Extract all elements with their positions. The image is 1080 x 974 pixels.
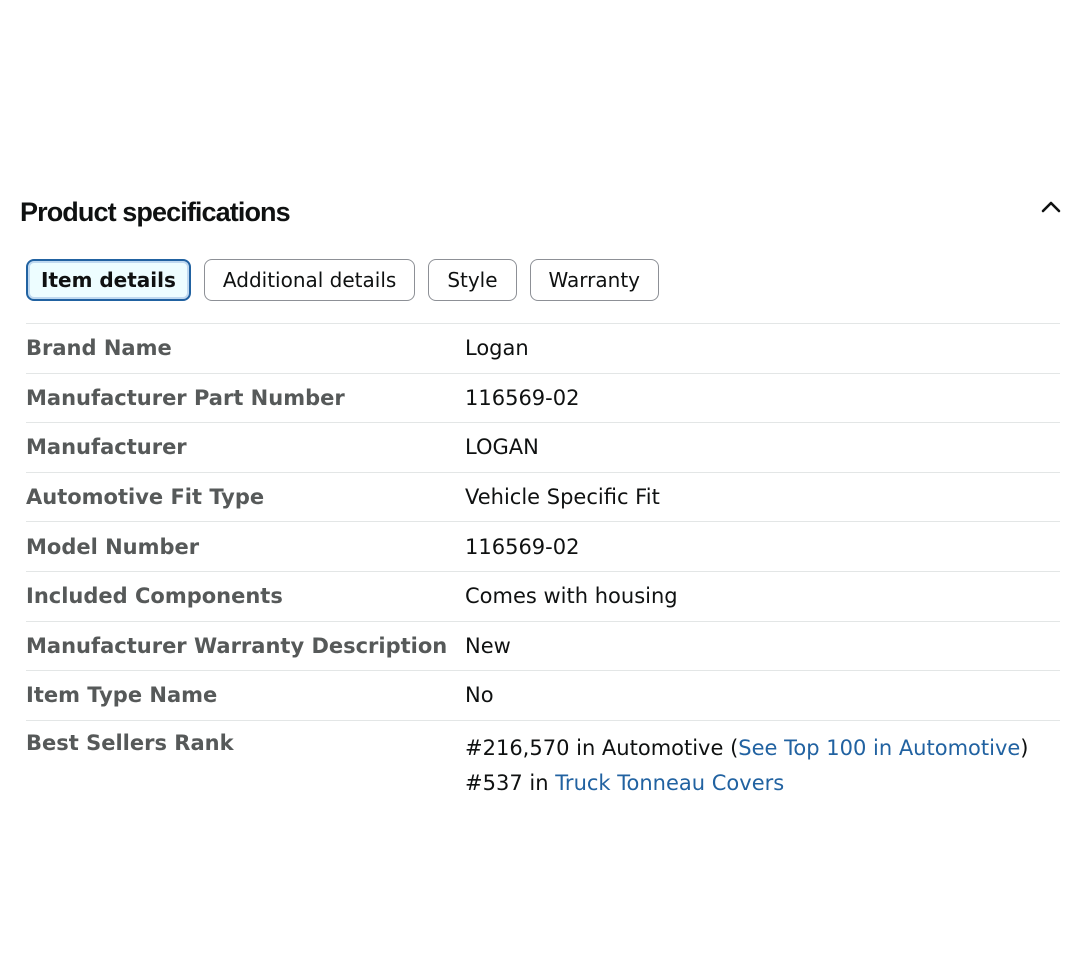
spec-value: Comes with housing (465, 584, 678, 609)
spec-value: 116569-02 (465, 385, 580, 410)
rank-category-text: #537 in (465, 770, 556, 795)
spec-row-included-components: Included Components Comes with housing (26, 572, 1060, 622)
spec-value: No (465, 683, 494, 708)
spec-value: New (465, 633, 511, 658)
spec-value: LOGAN (465, 435, 539, 460)
spec-row-item-type-name: Item Type Name No (26, 671, 1060, 721)
best-sellers-rank-value: #216,570 in Automotive (See Top 100 in A… (465, 731, 1029, 801)
tab-style[interactable]: Style (428, 259, 517, 301)
tab-warranty[interactable]: Warranty (529, 259, 660, 301)
see-top-100-link[interactable]: See Top 100 in Automotive (738, 736, 1020, 760)
rank-line-category: #537 in Truck Tonneau Covers (465, 766, 1029, 801)
rank-line-automotive: #216,570 in Automotive (See Top 100 in A… (465, 731, 1029, 766)
chevron-up-icon[interactable] (1038, 194, 1064, 220)
spec-row-automotive-fit-type: Automotive Fit Type Vehicle Specific Fit (26, 473, 1060, 523)
spec-label: Included Components (26, 584, 283, 609)
spec-label: Brand Name (26, 336, 172, 361)
tab-item-details[interactable]: Item details (26, 259, 191, 301)
spec-row-manufacturer-part-number: Manufacturer Part Number 116569-02 (26, 374, 1060, 424)
spec-label: Best Sellers Rank (26, 730, 234, 755)
spec-row-best-sellers-rank: Best Sellers Rank #216,570 in Automotive… (26, 721, 1060, 801)
section-header: Product specifications (20, 190, 1064, 234)
spec-label: Model Number (26, 534, 200, 559)
spec-value: Logan (465, 336, 529, 361)
spec-label: Manufacturer (26, 435, 187, 460)
truck-tonneau-covers-link[interactable]: Truck Tonneau Covers (555, 771, 784, 795)
spec-label: Automotive Fit Type (26, 485, 265, 510)
spec-table: Brand Name Logan Manufacturer Part Numbe… (26, 323, 1060, 801)
spec-label: Manufacturer Part Number (26, 385, 345, 410)
spec-row-brand-name: Brand Name Logan (26, 324, 1060, 374)
spec-row-model-number: Model Number 116569-02 (26, 522, 1060, 572)
spec-row-warranty-description: Manufacturer Warranty Description New (26, 622, 1060, 672)
spec-value: Vehicle Specific Fit (465, 485, 660, 510)
rank-automotive-close: ) (1020, 735, 1029, 760)
spec-label: Manufacturer Warranty Description (26, 633, 448, 658)
rank-automotive-text: #216,570 in Automotive ( (465, 735, 739, 760)
section-title: Product specifications (20, 197, 291, 227)
spec-value: 116569-02 (465, 534, 580, 559)
spec-label: Item Type Name (26, 683, 218, 708)
spec-row-manufacturer: Manufacturer LOGAN (26, 423, 1060, 473)
spec-tabs: Item details Additional details Style Wa… (26, 259, 660, 301)
tab-additional-details[interactable]: Additional details (203, 259, 416, 301)
